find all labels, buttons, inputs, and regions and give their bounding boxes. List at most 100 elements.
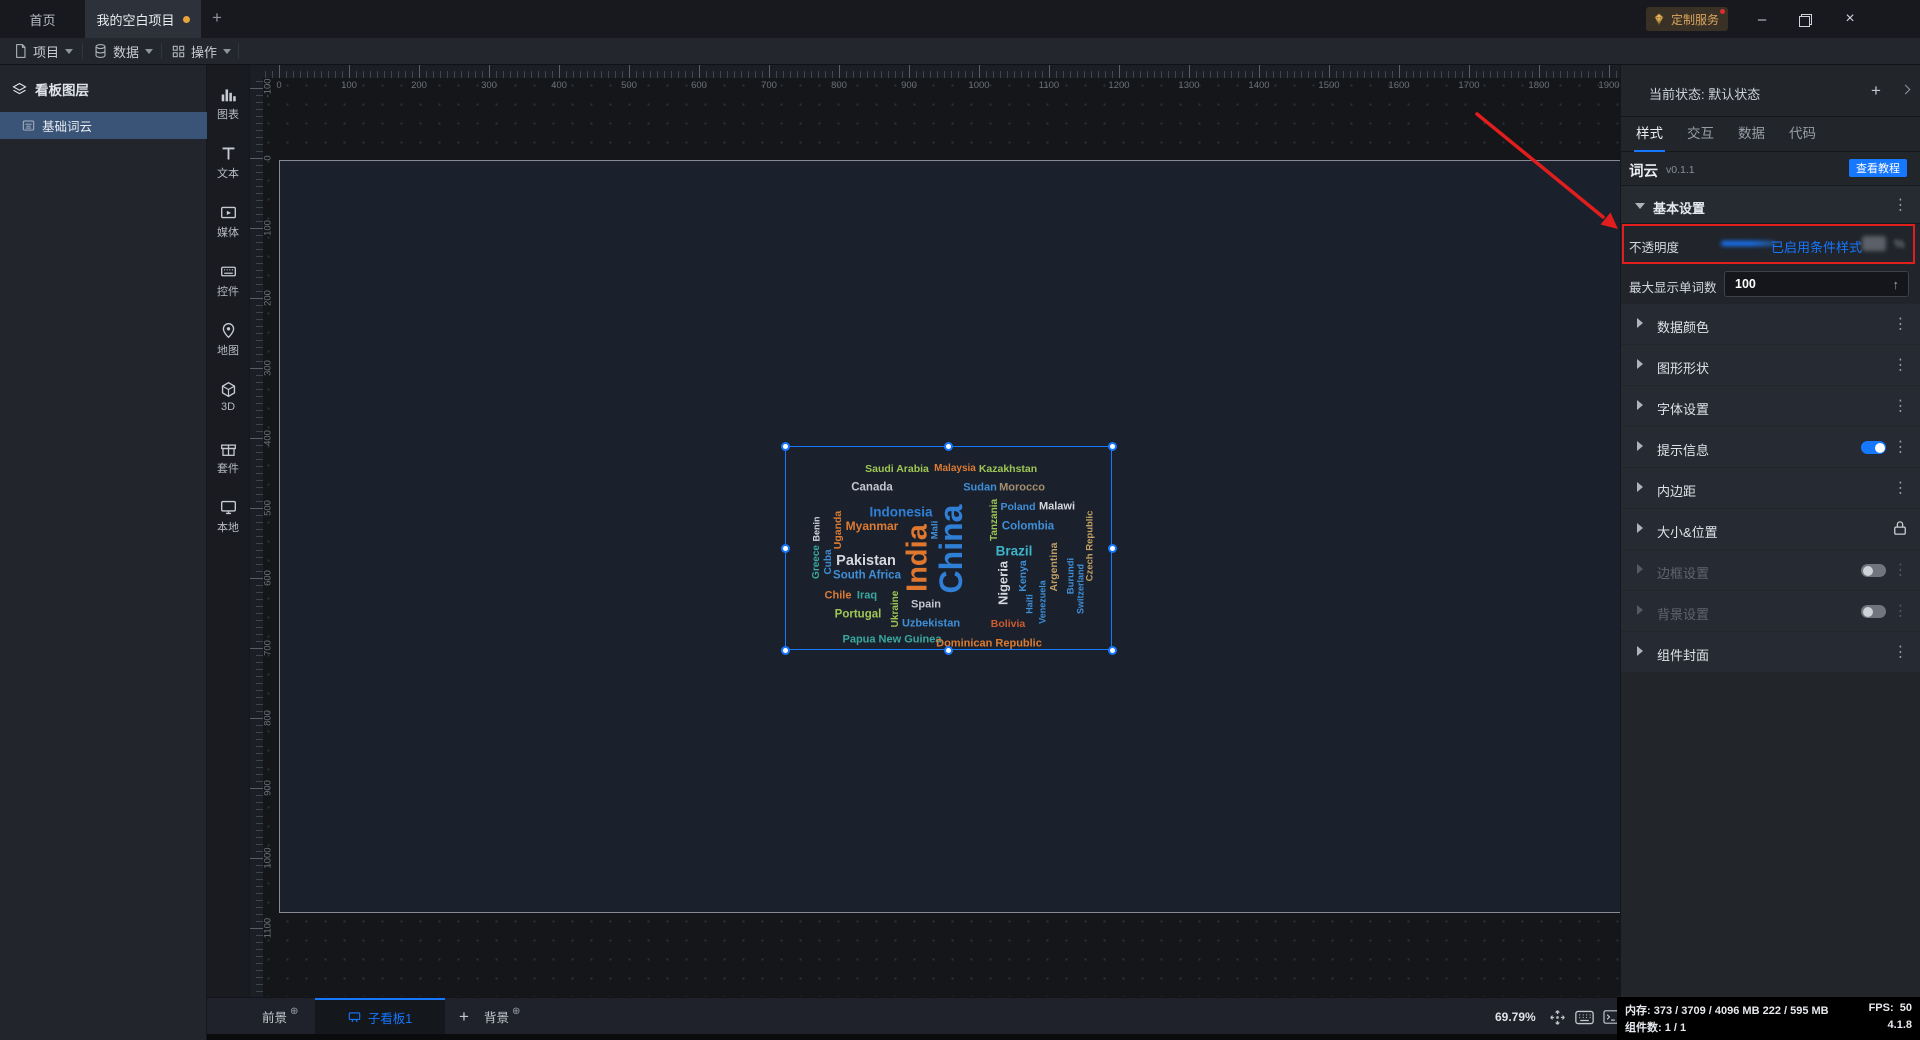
toolbox-media[interactable]: 媒体 — [207, 204, 250, 263]
menu-data[interactable]: 数据 — [94, 38, 154, 64]
design-canvas[interactable]: 0 100 200 300 400 500 600 700 800 900 1000 1100 1200… — [250, 65, 1620, 997]
notification-dot — [1720, 9, 1726, 14]
kebab-menu-icon[interactable]: ⋮ — [1893, 197, 1908, 212]
tooltip-toggle-on[interactable] — [1861, 441, 1886, 454]
section-list: 数据颜色 ⋮ 图形形状 ⋮ 字体设置 ⋮ 提示信息 ⋮ 内边距 ⋮ 大小&位置 … — [1621, 304, 1920, 672]
tab-home-label: 首页 — [29, 12, 56, 28]
map-pin-icon — [222, 323, 234, 339]
inspector-tabs: 样式 交互 数据 代码 — [1621, 117, 1920, 152]
ruler-label: 100 — [341, 80, 357, 91]
toolbox-3d[interactable]: 3D — [207, 381, 250, 440]
close-button[interactable]: × — [1838, 8, 1862, 30]
foreground-button[interactable]: 前景 ⊕ — [262, 998, 298, 1035]
layer-item-wordcloud[interactable]: 基础词云 — [0, 112, 207, 139]
tab-interaction[interactable]: 交互 — [1687, 117, 1714, 152]
selection-handle[interactable] — [944, 442, 953, 451]
section-padding[interactable]: 内边距 ⋮ — [1621, 468, 1920, 508]
ruler-label: 200 — [262, 290, 274, 306]
selection-handle[interactable] — [1108, 442, 1117, 451]
add-subboard-button[interactable]: + — [452, 998, 476, 1035]
toolbox-text[interactable]: 文本 — [207, 145, 250, 204]
lock-icon[interactable] — [1893, 520, 1907, 536]
tab-style[interactable]: 样式 — [1634, 117, 1665, 152]
ruler-label: 200 — [411, 80, 427, 91]
kebab-menu-icon[interactable]: ⋮ — [1893, 563, 1908, 578]
wordcloud-component[interactable]: Saudi Arabia Malaysia Kazakhstan Canada Suda… — [781, 442, 1117, 655]
add-state-button[interactable]: + — [1866, 81, 1886, 101]
toolbox-kit[interactable]: 套件 — [207, 440, 250, 499]
toolbox-local[interactable]: 本地 — [207, 499, 250, 558]
tab-project[interactable]: 我的空白项目 — [85, 0, 201, 38]
section-background[interactable]: 背景设置 ⋮ — [1621, 591, 1920, 631]
kebab-menu-icon[interactable]: ⋮ — [1893, 358, 1908, 373]
background-button[interactable]: 背景 ⊕ — [484, 998, 520, 1035]
kebab-menu-icon[interactable]: ⋮ — [1893, 645, 1908, 660]
toolbox-controls[interactable]: 控件 — [207, 263, 250, 322]
opacity-row: 不透明度 已启用条件样式 % — [1621, 224, 1920, 264]
kebab-menu-icon[interactable]: ⋮ — [1893, 399, 1908, 414]
kebab-menu-icon[interactable]: ⋮ — [1893, 481, 1908, 496]
selection-handle[interactable] — [944, 646, 953, 655]
section-cover[interactable]: 组件封面 ⋮ — [1621, 632, 1920, 672]
max-words-input[interactable]: 100 ↑ — [1724, 271, 1909, 297]
ruler-label: 800 — [262, 710, 274, 726]
layers-panel-title: 看板图层 — [35, 83, 89, 98]
section-border[interactable]: 边框设置 ⋮ — [1621, 550, 1920, 590]
section-shape[interactable]: 图形形状 ⋮ — [1621, 345, 1920, 385]
selection-handle[interactable] — [781, 442, 790, 451]
toolbox-charts[interactable]: 图表 — [207, 86, 250, 145]
toolbox-map[interactable]: 地图 — [207, 322, 250, 381]
selection-handle[interactable] — [781, 544, 790, 553]
section-label: 数据颜色 — [1657, 320, 1710, 335]
section-tooltip[interactable]: 提示信息 ⋮ — [1621, 427, 1920, 467]
tab-home[interactable]: 首页 — [0, 0, 85, 38]
circle-plus-icon[interactable]: ⊕ — [512, 1006, 520, 1017]
custom-service-badge[interactable]: 定制服务 — [1646, 7, 1729, 31]
wordcloud-word: Sudan — [963, 481, 997, 494]
menu-operation[interactable]: 操作 — [172, 38, 232, 64]
section-size-position[interactable]: 大小&位置 — [1621, 509, 1920, 549]
conditional-style-link[interactable]: 已启用条件样式 — [1771, 237, 1862, 256]
selection-handle[interactable] — [781, 646, 790, 655]
selection-handle[interactable] — [1108, 544, 1117, 553]
chevron-right-icon[interactable] — [1900, 84, 1911, 95]
menu-project[interactable]: 项目 — [14, 38, 74, 64]
toolbox-label: 本地 — [217, 522, 239, 534]
section-label: 字体设置 — [1657, 402, 1710, 417]
border-toggle-off[interactable] — [1861, 564, 1886, 577]
stepper-up-icon[interactable]: ↑ — [1893, 277, 1909, 292]
selection-handle[interactable] — [1108, 646, 1117, 655]
ruler-label: 1200 — [1108, 80, 1130, 91]
minimize-button[interactable]: – — [1750, 8, 1774, 30]
menubar: 项目 数据 操作 发布 预览 — [0, 38, 1920, 101]
section-data-colors[interactable]: 数据颜色 ⋮ — [1621, 304, 1920, 344]
max-words-label: 最大显示单词数 — [1629, 281, 1717, 295]
ruler-label: 400 — [551, 80, 567, 91]
kebab-menu-icon[interactable]: ⋮ — [1893, 440, 1908, 455]
caret-right-icon — [1637, 564, 1643, 574]
tab-project-label: 我的空白项目 — [96, 12, 175, 28]
background-toggle-off[interactable] — [1861, 605, 1886, 618]
horizontal-ruler — [263, 65, 1620, 78]
section-basic-settings[interactable]: 基本设置 ⋮ — [1621, 185, 1920, 224]
kebab-menu-icon[interactable]: ⋮ — [1893, 604, 1908, 619]
tab-code[interactable]: 代码 — [1789, 117, 1816, 152]
section-label: 背景设置 — [1657, 607, 1710, 622]
ruler-label: -100 — [262, 78, 274, 98]
ruler-label: 700 — [262, 640, 274, 656]
ruler-label: 700 — [761, 80, 777, 91]
wordcloud-word: Nigeria — [995, 560, 1011, 606]
subboard-tab[interactable]: 子看板1 — [315, 998, 445, 1035]
opacity-slider[interactable] — [1721, 241, 1776, 246]
tutorial-button[interactable]: 查看教程 — [1849, 159, 1907, 177]
tab-data[interactable]: 数据 — [1738, 117, 1765, 152]
section-font[interactable]: 字体设置 ⋮ — [1621, 386, 1920, 426]
kebab-menu-icon[interactable]: ⋮ — [1893, 317, 1908, 332]
circle-plus-icon[interactable]: ⊕ — [290, 1006, 298, 1017]
shortcuts-button[interactable] — [1574, 1007, 1594, 1027]
new-tab-button[interactable]: + — [206, 7, 228, 29]
fit-view-button[interactable] — [1547, 1007, 1567, 1027]
toolbox-label: 媒体 — [217, 227, 239, 239]
component-version: v0.1.1 — [1666, 164, 1695, 176]
restore-button[interactable] — [1792, 8, 1816, 30]
